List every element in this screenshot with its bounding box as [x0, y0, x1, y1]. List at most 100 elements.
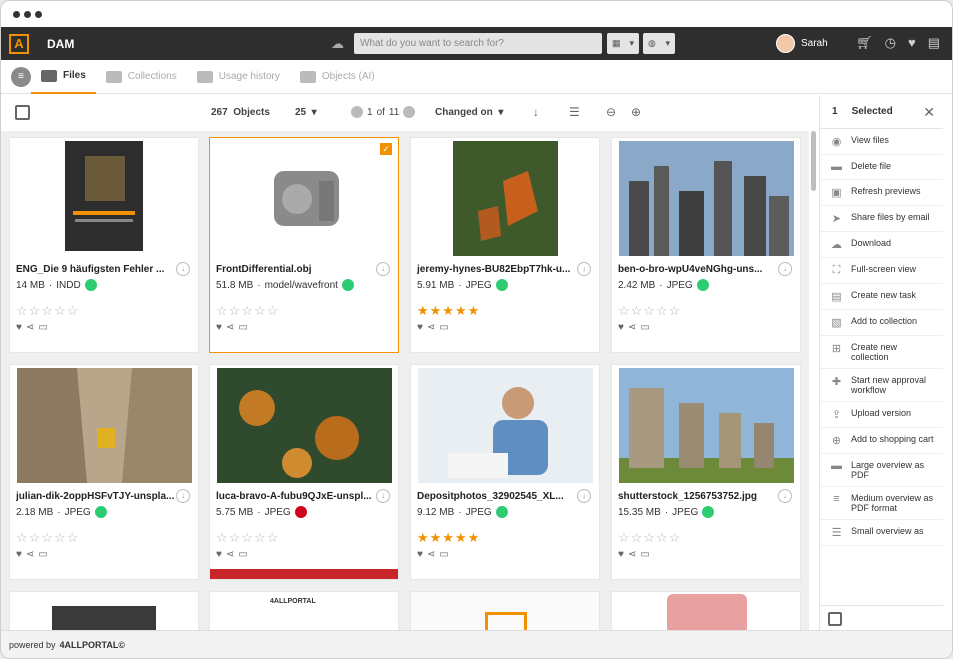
download-icon[interactable]: ↓	[778, 489, 792, 503]
per-page-select[interactable]: 25 ▾	[295, 107, 317, 118]
file-thumbnail[interactable]	[10, 138, 198, 258]
language-select[interactable]: ▦ ▾	[607, 33, 639, 54]
heart-icon[interactable]: ♥	[618, 322, 624, 333]
share-icon[interactable]: ⋖	[226, 549, 234, 560]
action-small-pdf[interactable]: ☰ Small overview as	[820, 520, 943, 546]
heart-icon[interactable]: ♥	[16, 549, 22, 560]
action-large-pdf[interactable]: ▬ Large overview as PDF	[820, 454, 943, 487]
rating-stars[interactable]: ★★★★★	[417, 303, 480, 319]
rating-stars[interactable]: ☆☆☆☆☆	[216, 530, 279, 546]
next-page-icon[interactable]	[403, 106, 416, 118]
file-card[interactable]: 4ALLPORTAL	[209, 591, 399, 631]
grid-scrollbar[interactable]	[811, 131, 816, 191]
download-icon[interactable]: ↓	[376, 489, 390, 503]
search-input[interactable]: What do you want to search for?	[354, 33, 602, 54]
file-thumbnail[interactable]	[612, 138, 800, 258]
action-add-cart[interactable]: ⊕ Add to shopping cart	[820, 428, 943, 454]
share-icon[interactable]: ⋖	[628, 322, 636, 333]
file-card[interactable]: julian-dik-2oppHSFvTJY-unspla... ↓ 2.18 …	[9, 364, 199, 580]
file-card[interactable]: Depositphotos_32902545_XL... ↓ 9.12 MB · J…	[410, 364, 600, 580]
file-name[interactable]: ENG_Die 9 häufigsten Fehler ...	[16, 264, 176, 275]
file-thumbnail[interactable]	[210, 365, 398, 485]
share-icon[interactable]: ⋖	[427, 322, 435, 333]
clock-icon[interactable]: ◷	[885, 35, 896, 51]
action-fullscreen[interactable]: ⛶ Full-screen view	[820, 258, 943, 284]
action-create-collection[interactable]: ⊞ Create new collection	[820, 336, 943, 369]
panel-toggle-icon[interactable]	[828, 612, 842, 626]
rating-stars[interactable]: ★★★★★	[417, 530, 480, 546]
file-card[interactable]: ENG_Die 9 häufigsten Fehler ... ↓ 14 MB ·…	[9, 137, 199, 353]
heart-icon[interactable]: ♥	[216, 322, 222, 333]
action-add-collection[interactable]: ▧ Add to collection	[820, 310, 943, 336]
file-name[interactable]: luca-bravo-A-fubu9QJxE-unspl...	[216, 491, 376, 502]
share-icon[interactable]: ⋖	[26, 322, 34, 333]
file-thumbnail[interactable]	[411, 365, 599, 485]
action-approval-workflow[interactable]: ✚ Start new approval workflow	[820, 369, 943, 402]
sort-direction-icon[interactable]: ↓	[533, 105, 539, 119]
file-card[interactable]: ✓ FrontDifferential.obj ↓ 51.8 MB · model/…	[209, 137, 399, 353]
download-icon[interactable]: ↓	[577, 489, 591, 503]
file-name[interactable]: shutterstock_1256753752.jpg	[618, 491, 778, 502]
file-card[interactable]: luca-bravo-A-fubu9QJxE-unspl... ↓ 5.75 M…	[209, 364, 399, 580]
file-card[interactable]: ben-o-bro-wpU4veNGhg-uns... ↓ 2.42 MB · JP…	[611, 137, 801, 353]
download-icon[interactable]: ↓	[778, 262, 792, 276]
tab-collections[interactable]: Collections	[96, 60, 187, 94]
heart-icon[interactable]: ♥	[216, 549, 222, 560]
share-icon[interactable]: ⋖	[226, 322, 234, 333]
sort-select[interactable]: Changed on ▾	[435, 107, 503, 118]
action-create-task[interactable]: ▤ Create new task	[820, 284, 943, 310]
file-card[interactable]: shutterstock_1256753752.jpg ↓ 15.35 MB · J…	[611, 364, 801, 580]
rating-stars[interactable]: ☆☆☆☆☆	[216, 303, 279, 319]
menu-icon[interactable]: ≡	[11, 66, 31, 87]
download-icon[interactable]: ↓	[376, 262, 390, 276]
user-menu[interactable]: Sarah	[776, 34, 828, 53]
zoom-in-icon[interactable]: ⊕	[631, 105, 641, 119]
file-thumbnail[interactable]	[10, 365, 198, 485]
rating-stars[interactable]: ☆☆☆☆☆	[618, 530, 681, 546]
checkbox-selected-icon[interactable]: ✓	[380, 143, 392, 155]
heart-icon[interactable]: ♥	[618, 549, 624, 560]
action-refresh-previews[interactable]: ▣ Refresh previews	[820, 180, 943, 206]
file-thumbnail[interactable]	[210, 138, 398, 258]
prev-page-icon[interactable]	[351, 106, 363, 118]
file-name[interactable]: Depositphotos_32902545_XL...	[417, 491, 577, 502]
file-thumbnail[interactable]	[52, 606, 156, 631]
download-icon[interactable]: ↓	[577, 262, 591, 276]
file-card[interactable]: jeremy-hynes-BU82EbpT7hk-u... ↓ 5.91 MB ·…	[410, 137, 600, 353]
tab-usage-history[interactable]: Usage history	[187, 60, 290, 94]
rating-stars[interactable]: ☆☆☆☆☆	[16, 530, 79, 546]
file-thumbnail[interactable]	[612, 365, 800, 485]
zoom-out-icon[interactable]: ⊖	[606, 105, 616, 119]
action-download[interactable]: ☁ Download	[820, 232, 943, 258]
heart-icon[interactable]: ♥	[16, 322, 22, 333]
monitor-icon[interactable]: ▭	[38, 322, 47, 333]
file-name[interactable]: julian-dik-2oppHSFvTJY-unspla...	[16, 491, 176, 502]
portal-select[interactable]: ◍ ▾	[643, 33, 675, 54]
rating-stars[interactable]: ☆☆☆☆☆	[16, 303, 79, 319]
download-icon[interactable]: ↓	[176, 489, 190, 503]
file-card[interactable]	[9, 591, 199, 631]
file-name[interactable]: ben-o-bro-wpU4veNGhg-uns...	[618, 264, 778, 275]
layout-icon[interactable]: ▤	[928, 35, 940, 51]
heart-icon[interactable]: ♥	[908, 35, 916, 51]
monitor-icon[interactable]: ▭	[640, 549, 649, 560]
monitor-icon[interactable]: ▭	[439, 322, 448, 333]
action-view-files[interactable]: ◉ View files	[820, 129, 943, 155]
monitor-icon[interactable]: ▭	[640, 322, 649, 333]
close-icon[interactable]: ✕	[923, 104, 935, 121]
monitor-icon[interactable]: ▭	[439, 549, 448, 560]
download-icon[interactable]: ↓	[176, 262, 190, 276]
panel-toggle-icon[interactable]	[15, 105, 30, 120]
app-logo[interactable]: A	[9, 33, 29, 54]
cloud-upload-icon[interactable]: ☁	[331, 36, 344, 52]
list-view-icon[interactable]: ☰	[569, 105, 580, 119]
heart-icon[interactable]: ♥	[417, 549, 423, 560]
file-thumbnail[interactable]	[485, 612, 527, 631]
monitor-icon[interactable]: ▭	[38, 549, 47, 560]
tab-files[interactable]: Files	[31, 60, 96, 94]
monitor-icon[interactable]: ▭	[238, 322, 247, 333]
heart-icon[interactable]: ♥	[417, 322, 423, 333]
file-thumbnail[interactable]	[667, 594, 747, 631]
file-name[interactable]: jeremy-hynes-BU82EbpT7hk-u...	[417, 264, 577, 275]
share-icon[interactable]: ⋖	[628, 549, 636, 560]
